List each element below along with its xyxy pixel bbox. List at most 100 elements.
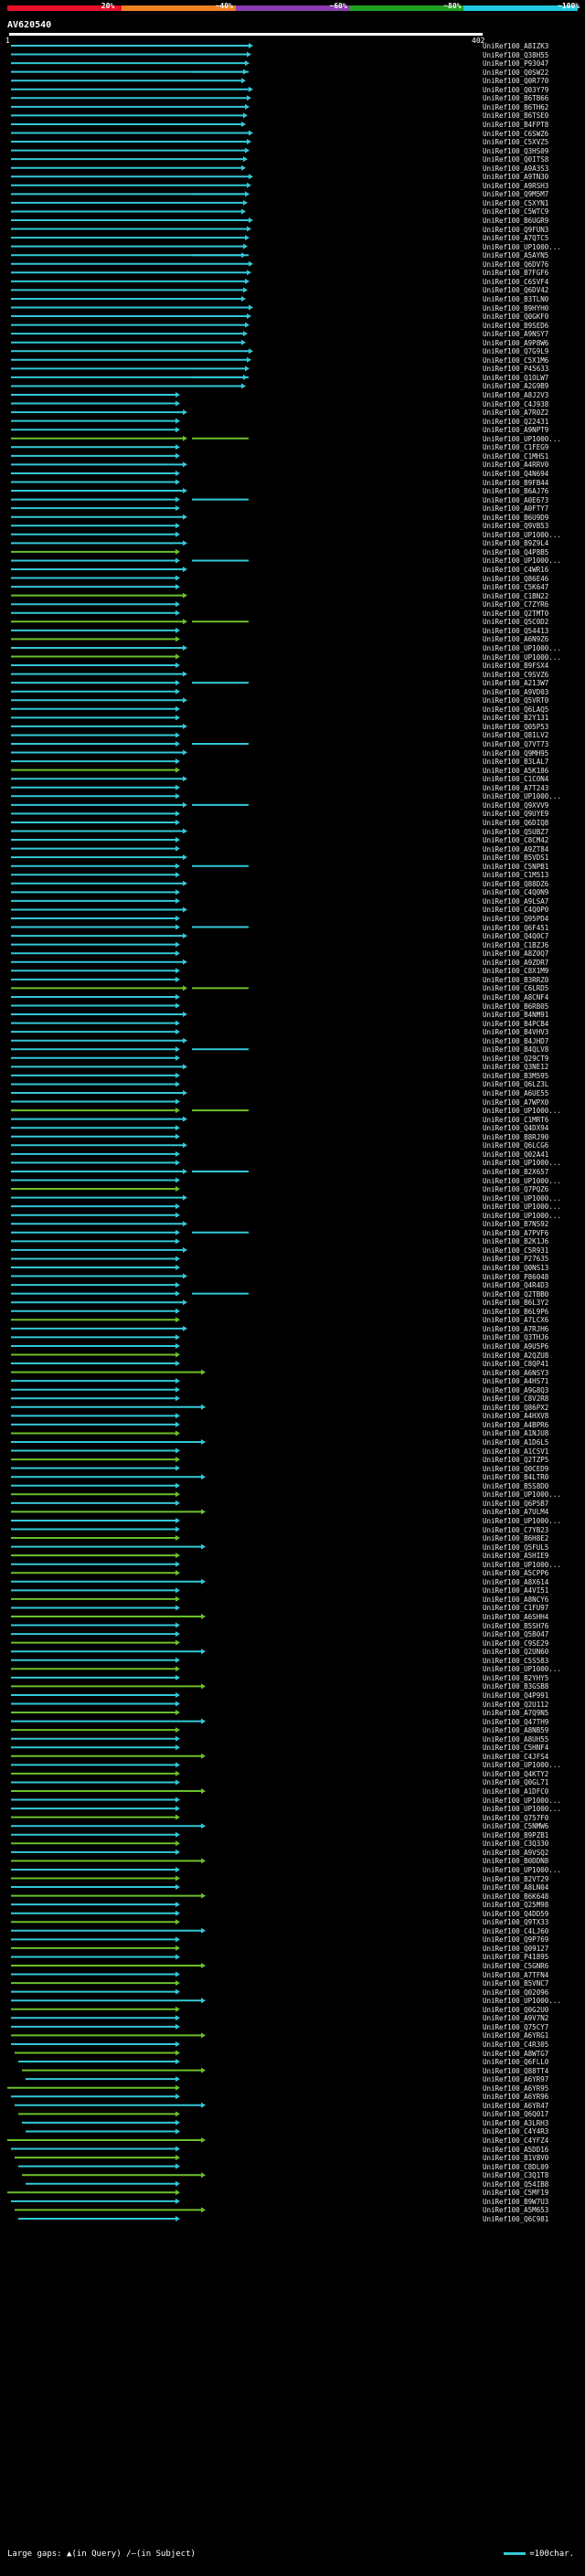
hit-label[interactable]: UniRef100_C8V2R8 <box>483 1394 548 1403</box>
hit-label[interactable]: UniRef100_C4WR16 <box>483 566 548 574</box>
hit-label[interactable]: UniRef100_A5M653 <box>483 2206 548 2214</box>
hit-label[interactable]: UniRef100_UP1000... <box>483 644 561 652</box>
hit-label[interactable]: UniRef100_A7QTC5 <box>483 234 548 242</box>
hit-label[interactable]: UniRef100_Q86PX2 <box>483 1404 548 1412</box>
hit-label[interactable]: UniRef100_UP1000... <box>483 1561 561 1569</box>
hit-label[interactable]: UniRef100_A6YR47 <box>483 2102 548 2110</box>
hit-label[interactable]: UniRef100_A5HIE9 <box>483 1552 548 1560</box>
hit-label[interactable]: UniRef100_A7T243 <box>483 784 548 792</box>
hit-label[interactable]: UniRef100_Q5VRT0 <box>483 696 548 705</box>
hit-label[interactable]: UniRef100_C9SVZ6 <box>483 671 548 679</box>
hit-label[interactable]: UniRef100_C1FEG9 <box>483 443 548 451</box>
hit-label[interactable]: UniRef100_C4Q0P0 <box>483 906 548 914</box>
hit-label[interactable]: UniRef100_C1MRT6 <box>483 1116 548 1124</box>
hit-label[interactable]: UniRef100_Q7PQZ6 <box>483 1185 548 1193</box>
hit-label[interactable]: UniRef100_C3Q330 <box>483 1839 548 1848</box>
hit-label[interactable]: UniRef100_UP1000... <box>483 653 561 662</box>
hit-label[interactable]: UniRef100_A8WTG7 <box>483 2050 548 2058</box>
hit-label[interactable]: UniRef100_UP1000... <box>483 1490 561 1499</box>
hit-label[interactable]: UniRef100_Q09127 <box>483 1945 548 1953</box>
hit-label[interactable]: UniRef100_B4QLV8 <box>483 1045 548 1054</box>
hit-label[interactable]: UniRef100_Q9VB53 <box>483 522 548 530</box>
hit-label[interactable]: UniRef100_C6SVF4 <box>483 278 548 286</box>
hit-label[interactable]: UniRef100_Q6FLL0 <box>483 2058 548 2066</box>
hit-label[interactable]: UniRef100_A5K186 <box>483 767 548 775</box>
hit-label[interactable]: UniRef100_UP1000... <box>483 1797 561 1805</box>
hit-label[interactable]: UniRef100_Q38H55 <box>483 51 548 59</box>
hit-label[interactable]: UniRef100_A4VI51 <box>483 1586 548 1595</box>
hit-label[interactable]: UniRef100_Q2U112 <box>483 1701 548 1709</box>
hit-label[interactable]: UniRef100_Q2TZP5 <box>483 1456 548 1464</box>
hit-label[interactable]: UniRef100_B9FSX4 <box>483 662 548 670</box>
hit-label[interactable]: UniRef100_B2VT29 <box>483 1875 548 1883</box>
hit-label[interactable]: UniRef100_Q4DD59 <box>483 1910 548 1918</box>
hit-label[interactable]: UniRef100_A7ULM4 <box>483 1508 548 1516</box>
hit-label[interactable]: UniRef100_B6TB66 <box>483 94 548 102</box>
hit-label[interactable]: UniRef100_B3M595 <box>483 1072 548 1080</box>
hit-label[interactable]: UniRef100_A9U5P6 <box>483 1342 548 1351</box>
hit-label[interactable]: UniRef100_C5NMW6 <box>483 1822 548 1830</box>
hit-label[interactable]: UniRef100_A4BPR6 <box>483 1421 548 1429</box>
hit-label[interactable]: UniRef100_A213W7 <box>483 679 548 687</box>
hit-label[interactable]: UniRef100_C1BN22 <box>483 592 548 600</box>
hit-label[interactable]: UniRef100_A7Q9N5 <box>483 1709 548 1717</box>
hit-label[interactable]: UniRef100_C5MF19 <box>483 2189 548 2197</box>
hit-label[interactable]: UniRef100_UP1000... <box>483 792 561 800</box>
hit-label[interactable]: UniRef100_A2QZU8 <box>483 1352 548 1360</box>
hit-label[interactable]: UniRef100_Q6DV42 <box>483 286 548 294</box>
hit-label[interactable]: UniRef100_Q6DV76 <box>483 260 548 269</box>
hit-label[interactable]: UniRef100_Q2TBB0 <box>483 1290 548 1299</box>
hit-label[interactable]: UniRef100_Q9FUN3 <box>483 226 548 234</box>
hit-label[interactable]: UniRef100_C5R931 <box>483 1246 548 1255</box>
hit-label[interactable]: UniRef100_Q6LCG6 <box>483 1141 548 1150</box>
hit-label[interactable]: UniRef100_A1D6L5 <box>483 1438 548 1447</box>
hit-label[interactable]: UniRef100_C8DL09 <box>483 2163 548 2171</box>
hit-label[interactable]: UniRef100_B8RJ90 <box>483 1133 548 1141</box>
hit-label[interactable]: UniRef100_C7YB23 <box>483 1526 548 1534</box>
hit-label[interactable]: UniRef100_C6SWZ6 <box>483 130 548 138</box>
hit-label[interactable]: UniRef100_B7NS92 <box>483 1220 548 1228</box>
hit-label[interactable]: UniRef100_A7R0Z2 <box>483 408 548 417</box>
hit-label[interactable]: UniRef100_UP1000... <box>483 1665 561 1673</box>
hit-label[interactable]: UniRef100_B2K1J6 <box>483 1237 548 1246</box>
hit-label[interactable]: UniRef100_A4HS71 <box>483 1377 548 1385</box>
hit-label[interactable]: UniRef100_A9A3S3 <box>483 164 548 173</box>
hit-label[interactable]: UniRef100_A0E673 <box>483 496 548 504</box>
hit-label[interactable]: UniRef100_A6YRG1 <box>483 2031 548 2040</box>
hit-label[interactable]: UniRef100_B4JHD7 <box>483 1037 548 1045</box>
hit-label[interactable]: UniRef100_Q2UN60 <box>483 1648 548 1656</box>
hit-label[interactable]: UniRef100_Q4KTY2 <box>483 1770 548 1778</box>
hit-label[interactable]: UniRef100_C5HNF4 <box>483 1744 548 1752</box>
hit-label[interactable]: UniRef100_Q0R770 <box>483 77 548 85</box>
hit-label[interactable]: UniRef100_C5X1M6 <box>483 356 548 365</box>
hit-label[interactable]: UniRef100_P93047 <box>483 59 548 68</box>
hit-label[interactable]: UniRef100_A8X614 <box>483 1578 548 1586</box>
hit-label[interactable]: UniRef100_Q86E46 <box>483 575 548 583</box>
hit-label[interactable]: UniRef100_Q4R4D3 <box>483 1281 548 1289</box>
hit-label[interactable]: UniRef100_Q4P991 <box>483 1691 548 1700</box>
hit-label[interactable]: UniRef100_B5VNC7 <box>483 1979 548 1988</box>
hit-label[interactable]: UniRef100_UP1000... <box>483 1866 561 1874</box>
hit-label[interactable]: UniRef100_A9P8W6 <box>483 339 548 347</box>
hit-label[interactable]: UniRef100_Q9MH95 <box>483 749 548 758</box>
hit-label[interactable]: UniRef100_Q9P769 <box>483 1935 548 1944</box>
hit-label[interactable]: UniRef100_B2YHY5 <box>483 1674 548 1682</box>
hit-label[interactable]: UniRef100_A9G8Q3 <box>483 1386 548 1394</box>
hit-label[interactable]: UniRef100_C4YFZ4 <box>483 2136 548 2145</box>
hit-label[interactable]: UniRef100_Q5FUL5 <box>483 1543 548 1552</box>
hit-label[interactable]: UniRef100_A8IZK3 <box>483 42 548 50</box>
hit-label[interactable]: UniRef100_B9SED6 <box>483 322 548 330</box>
hit-label[interactable]: UniRef100_A5CPP6 <box>483 1569 548 1577</box>
hit-label[interactable]: UniRef100_B6L3Y2 <box>483 1299 548 1307</box>
hit-label[interactable]: UniRef100_B6U9D9 <box>483 514 548 522</box>
hit-label[interactable]: UniRef100_Q5C0D2 <box>483 618 548 626</box>
hit-label[interactable]: UniRef100_C5XVZ5 <box>483 138 548 146</box>
hit-label[interactable]: UniRef100_B6AJ76 <box>483 487 548 495</box>
hit-label[interactable]: UniRef100_Q22431 <box>483 418 548 426</box>
hit-label[interactable]: UniRef100_UP1000... <box>483 435 561 443</box>
hit-label[interactable]: UniRef100_Q95PD4 <box>483 915 548 923</box>
hit-label[interactable]: UniRef100_Q0ITS8 <box>483 155 548 164</box>
hit-label[interactable]: UniRef100_A6YR95 <box>483 2084 548 2093</box>
hit-label[interactable]: UniRef100_Q0NS13 <box>483 1264 548 1272</box>
hit-label[interactable]: UniRef100_A9NPT9 <box>483 426 548 434</box>
